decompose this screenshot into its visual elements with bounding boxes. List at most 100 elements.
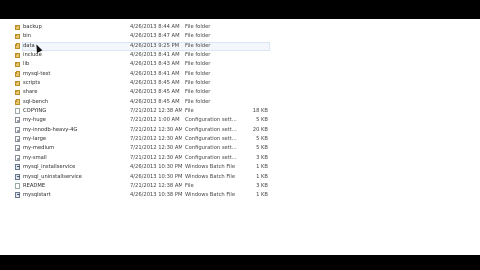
folder-icon [15,33,20,40]
file-row[interactable]: bin 4/26/2013 8:47 AM File folder [0,32,480,41]
file-size: 1 KB [256,192,268,199]
folder-icon [15,89,20,96]
date-modified: 4/26/2013 10:38 PM [130,192,182,199]
file-row[interactable]: backup 4/26/2013 8:44 AM File folder [0,23,480,32]
file-type: File folder [185,80,211,87]
file-row[interactable]: sql-bench 4/26/2013 8:45 AM File folder [0,98,480,107]
file-row[interactable]: mysql-test 4/26/2013 8:41 AM File folder [0,70,480,79]
file-row[interactable]: mysql_installservice 4/26/2013 10:30 PM Wi… [0,163,480,172]
file-icon-cell [15,135,21,144]
date-modified: 7/21/2012 12:38 AM [130,108,182,115]
config-file-icon [15,126,20,133]
file-row[interactable]: COPYING 7/21/2012 12:38 AM File 18 KB [0,107,480,116]
folder-icon [15,80,20,87]
file-row[interactable]: my-medium 7/21/2012 12:30 AM Configuration… [0,144,480,153]
date-modified: 4/26/2013 8:45 AM [130,89,180,96]
file-list-pane: backup 4/26/2013 8:44 AM File folder bin 4/2… [0,19,480,255]
file-type: File folder [185,89,211,96]
file-row[interactable]: lib 4/26/2013 8:43 AM File folder [0,60,480,69]
file-icon-cell [15,116,21,125]
file-row[interactable]: mysqlstart 4/26/2013 10:38 PM Windows Batc… [0,191,480,200]
file-size [250,70,268,79]
file-name: lib [23,61,30,68]
file-size [250,32,268,41]
file-icon-cell [15,70,21,79]
date-modified: 7/21/2012 1:00 AM [130,117,180,124]
file-type: Configuration sett... [185,154,237,161]
date-modified: 7/21/2012 12:30 AM [130,154,182,161]
file-icon-cell [15,51,21,60]
file-name: my-large [23,136,47,143]
batch-file-icon [15,173,20,180]
file-row[interactable]: mysql_uninstallservice 4/26/2013 10:30 PM… [0,173,480,182]
file-icon-cell [15,154,21,163]
file-name: mysqlstart [23,192,51,199]
file-icon-cell [15,98,21,107]
file-size: 1 KB [256,164,268,171]
file-row[interactable]: my-innodb-heavy-4G 7/21/2012 12:30 AM Conf… [0,126,480,135]
folder-icon [15,99,20,105]
file-type: Windows Batch File [185,173,236,180]
file-row[interactable]: my-huge 7/21/2012 1:00 AM Configuration se… [0,116,480,125]
file-type: Windows Batch File [185,164,236,171]
file-type: File [185,182,194,189]
file-icon-cell [15,144,21,153]
file-icon-cell [15,88,21,97]
batch-file-icon [15,192,20,199]
file-row[interactable]: my-small 7/21/2012 12:30 AM Configuration … [0,154,480,163]
file-icon-cell [15,173,21,182]
file-row[interactable]: include 4/26/2013 8:41 AM File folder [0,51,480,60]
bottom-black-bar [0,255,480,270]
file-type: Configuration sett... [185,136,237,143]
date-modified: 4/26/2013 8:45 AM [130,80,180,87]
file-icon-cell [15,126,21,135]
file-size [250,88,268,97]
file-icon-cell [15,60,21,69]
file-name: sql-bench [23,98,49,105]
file-type: File folder [185,33,211,40]
date-modified: 4/26/2013 8:44 AM [130,24,180,30]
file-icon-cell [15,79,21,88]
file-name: backup [23,24,42,30]
file-name: bin [23,33,32,40]
file-size: 1 KB [256,173,268,180]
file-type: Configuration sett... [185,145,237,152]
file-name: my-medium [23,145,55,152]
file-type: File [185,108,194,115]
file-icon-cell [15,191,21,200]
file-icon-cell [15,107,21,116]
file-icon-cell [15,163,21,172]
config-file-icon [15,136,20,143]
file-type: File folder [185,52,211,59]
file-size: 20 KB [252,126,268,133]
file-type: File folder [185,61,211,68]
date-modified: 7/21/2012 12:38 AM [130,182,182,189]
file-list: backup 4/26/2013 8:44 AM File folder bin 4/2… [0,23,480,201]
date-modified: 4/26/2013 8:47 AM [130,33,180,40]
folder-icon [15,61,20,68]
file-name: mysql_installservice [23,164,76,171]
file-name: my-small [23,154,47,161]
file-name: my-huge [23,117,46,124]
date-modified: 7/21/2012 12:30 AM [130,136,182,143]
file-row[interactable]: share 4/26/2013 8:45 AM File folder [0,88,480,97]
file-row[interactable]: README 7/21/2012 12:38 AM File 3 KB [0,182,480,191]
file-size: 3 KB [256,154,268,161]
file-row[interactable]: my-large 7/21/2012 12:30 AM Configuration … [0,135,480,144]
file-name: my-innodb-heavy-4G [23,126,78,133]
date-modified: 7/21/2012 12:30 AM [130,145,182,152]
date-modified: 4/26/2013 10:30 PM [130,164,182,171]
file-size [250,42,268,51]
config-file-icon [15,154,20,161]
file-icon-cell [15,182,21,191]
date-modified: 4/26/2013 8:41 AM [130,52,180,59]
file-icon-cell [15,32,21,41]
file-row[interactable]: data 4/26/2013 9:25 PM File folder [0,41,480,51]
date-modified: 7/21/2012 12:30 AM [130,126,182,133]
file-type: File folder [185,98,211,105]
folder-icon [15,43,20,49]
file-row[interactable]: scripts 4/26/2013 8:45 AM File folder [0,79,480,88]
file-size [250,60,268,69]
file-size: 3 KB [256,182,268,189]
file-size [250,98,268,107]
